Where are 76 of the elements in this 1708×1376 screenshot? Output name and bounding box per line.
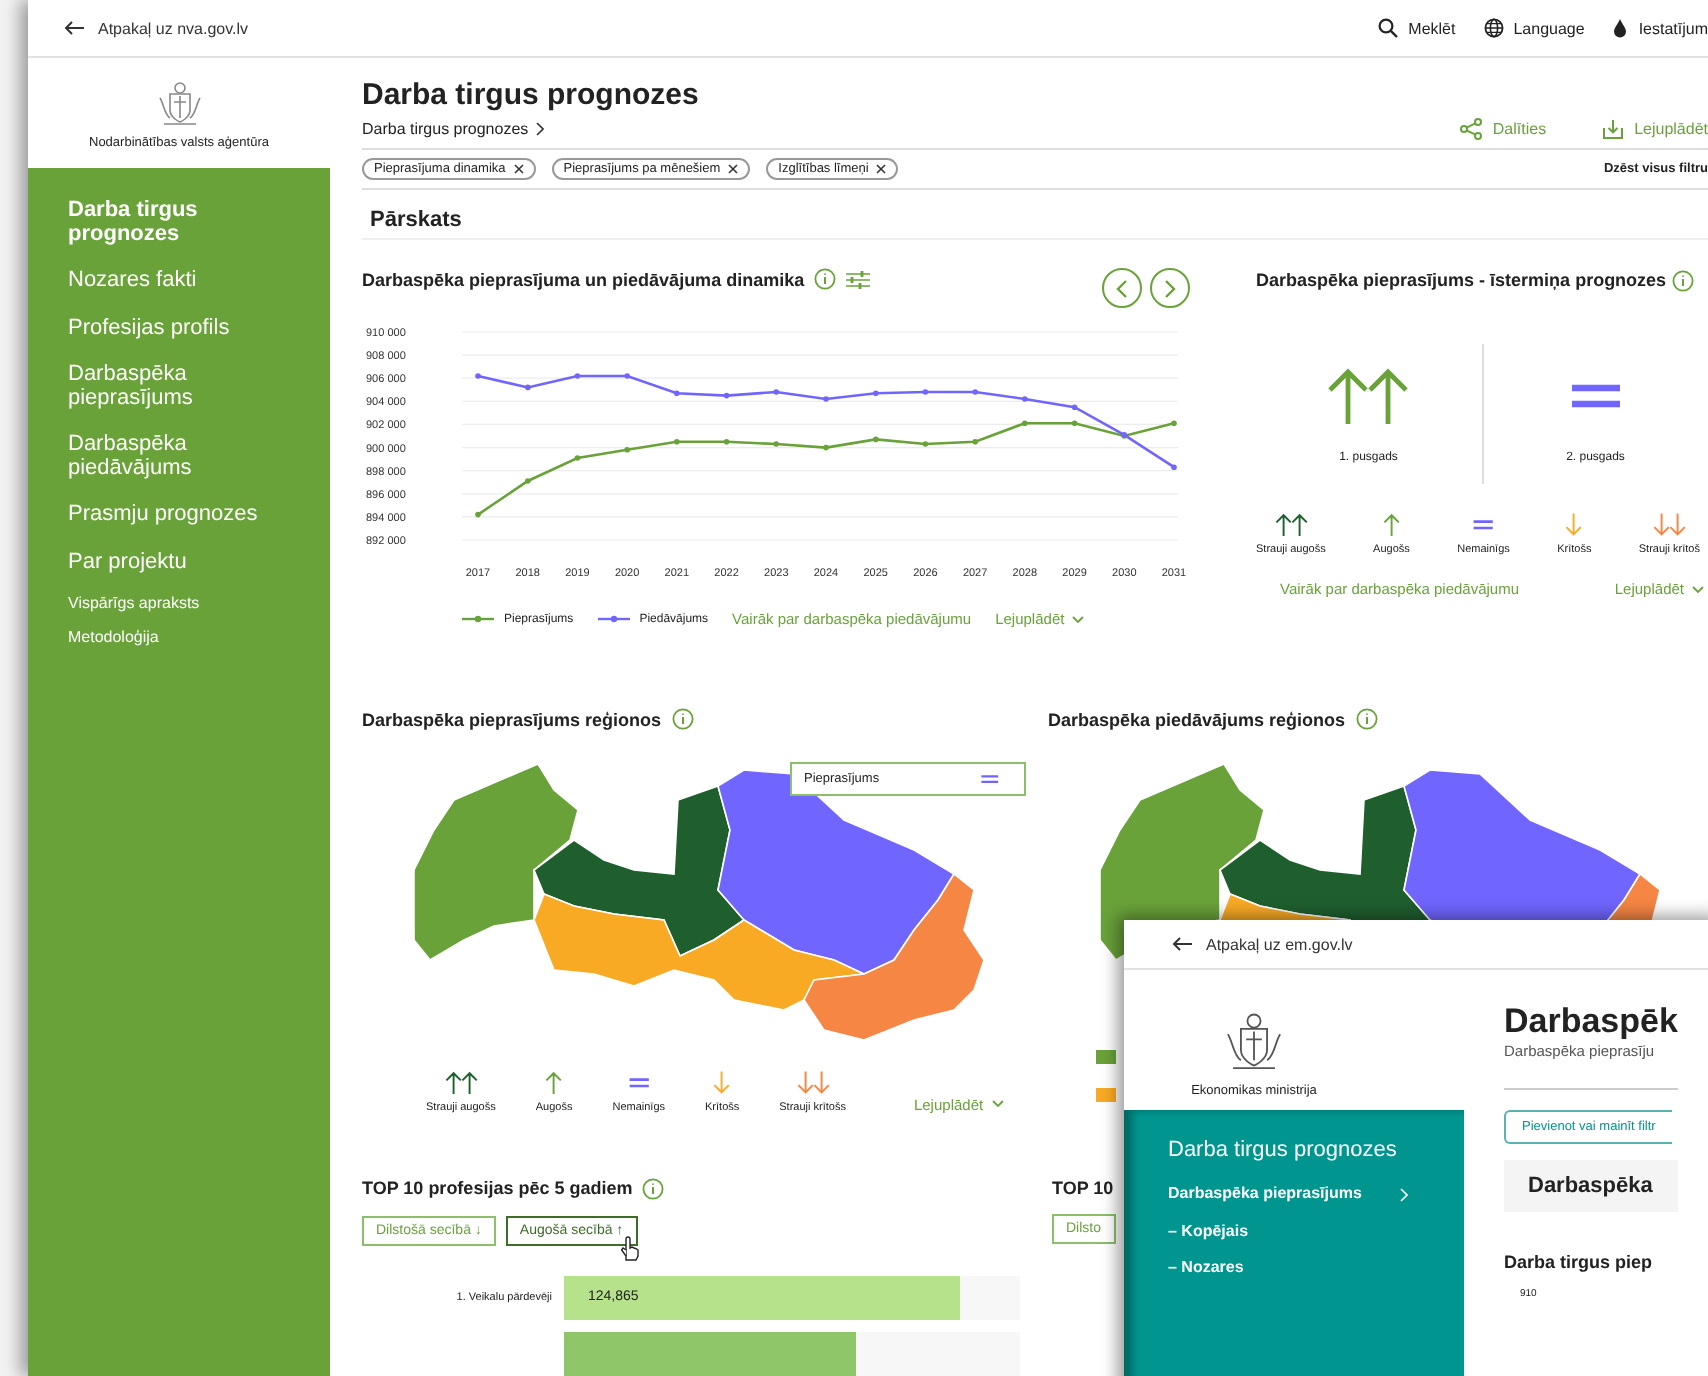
chart-title: TOP 10 [1052,1177,1114,1198]
double-up-arrow-icon [443,1070,479,1096]
breadcrumb-link[interactable]: Darba tirgus prognozes [362,120,699,138]
sidebar-item[interactable]: Nozares fakti [68,262,288,310]
double-down-arrow-icon [795,1070,831,1096]
map-region[interactable] [803,873,985,1042]
map-region[interactable] [717,769,956,976]
download-icon [1602,118,1625,140]
search-icon [1378,18,1399,38]
chevron-right-icon [536,122,545,136]
info-icon [1355,708,1378,731]
page-title: Darbaspēk [1504,1002,1678,1042]
previous-button[interactable] [1102,268,1142,309]
double-up-arrow-icon [1324,364,1413,429]
language-link[interactable]: Language [1483,18,1585,38]
hand-cursor-icon [619,1235,640,1262]
legend-line-icon [462,614,494,625]
section-title: Darbaspēka [1504,1160,1678,1212]
drop-icon [1612,18,1629,38]
chart-title: Darbaspēka pieprasījuma un piedāvājuma dinamika [362,269,805,290]
close-icon [876,163,887,174]
chart-title: TOP 10 profesijas pēc 5 gadiem [362,1178,633,1199]
globe-icon [1483,18,1504,38]
map-region[interactable] [414,763,579,962]
search-link[interactable]: Meklēt [1378,18,1456,38]
sidebar-item[interactable]: Profesijas profils [68,309,288,357]
caret-down-icon [1692,585,1704,594]
double-up-arrow-icon [1273,512,1309,539]
chart-title: Darbaspēka piedāvājums reģionos [1048,709,1346,730]
up-arrow-icon [544,1070,564,1096]
sidebar-subitem[interactable]: Vispārīgs apraksts [68,590,330,625]
chevron-right-icon [1164,279,1176,298]
page-title: Darba tirgus prognozes [362,78,699,112]
sliders-icon[interactable] [846,269,871,290]
down-arrow-icon [1564,512,1584,539]
map-region[interactable] [533,893,867,1012]
sidebar-item[interactable]: Darbaspēka pieprasījums [68,356,288,427]
caret-down-icon [1072,615,1085,624]
legend-line-icon [597,614,630,625]
sidebar-item[interactable]: – Kopējais [1168,1221,1408,1240]
info-icon [671,708,694,731]
share-icon [1460,118,1483,140]
sidebar-item[interactable]: Darbaspēka pieprasījums [1168,1184,1408,1206]
sidebar-item[interactable]: Darbaspēka piedāvājums [68,426,288,497]
section-title: Pārskats [362,189,1708,241]
coat-of-arms-icon [153,77,205,129]
next-button[interactable] [1150,268,1190,309]
sidebar-item[interactable]: Darba tirgus prognozes [1168,1138,1408,1165]
back-link[interactable]: Atpakaļ uz em.gov.lv [1172,935,1353,953]
close-icon [728,163,739,174]
chevron-right-icon [1400,1187,1408,1202]
download-link[interactable]: Lejuplādēt [1602,118,1708,140]
share-link[interactable]: Dalīties [1460,118,1547,140]
up-arrow-icon [1381,512,1402,539]
down-arrow-icon [712,1070,732,1096]
sidebar-subitem[interactable]: Metodoloģija [68,624,330,659]
settings-link[interactable]: Iestatījum [1612,18,1708,38]
back-arrow-icon [64,20,86,36]
double-down-arrow-icon [1651,512,1687,539]
chevron-left-icon [1116,279,1128,298]
sidebar-item[interactable]: Par projektu [68,543,288,591]
caret-down-icon [991,1100,1004,1109]
chart-title: Darbaspēka pieprasījums - īstermiņa prognozes [1256,268,1708,293]
close-icon [513,163,524,174]
back-arrow-icon [1172,936,1194,952]
sidebar-item[interactable]: Prasmju prognozes [68,496,288,544]
chart-title: Darbaspēka pieprasījums reģionos [362,709,662,730]
map-region[interactable] [533,785,746,958]
map-region[interactable] [1100,763,1265,962]
sidebar-item[interactable]: Darba tirgus prognozes [68,192,288,263]
info-icon [1671,270,1694,293]
back-link[interactable]: Atpakaļ uz nva.gov.lv [64,19,249,37]
chart-title: Darba tirgus piep [1504,1252,1655,1272]
info-icon [814,268,837,291]
info-icon [642,1177,665,1200]
sidebar-item[interactable]: – Nozares [1168,1257,1408,1276]
